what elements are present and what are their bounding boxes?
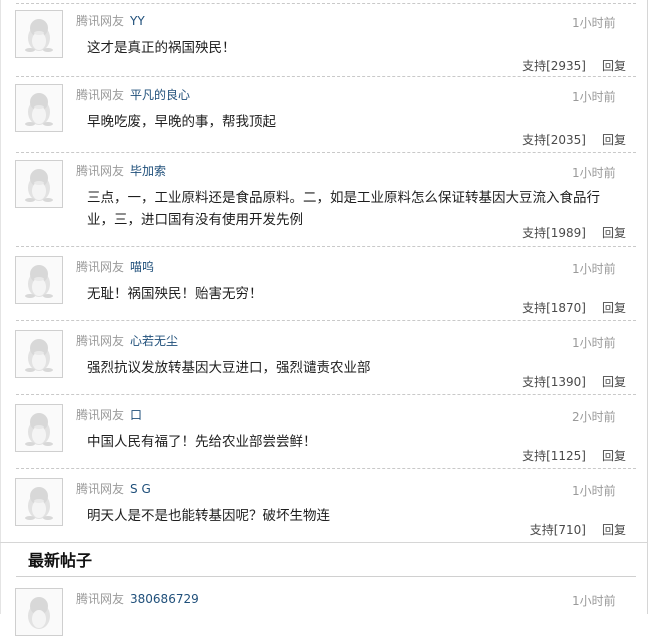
- comment-time: 1小时前: [572, 262, 616, 276]
- comment-source: 腾讯网友: [76, 260, 125, 274]
- reply-button[interactable]: 回复: [602, 301, 626, 315]
- comment-username[interactable]: S G: [130, 482, 151, 496]
- comment-username[interactable]: 平凡的良心: [130, 88, 190, 102]
- comment-source: 腾讯网友: [76, 408, 125, 422]
- comment-username[interactable]: 心若无尘: [130, 334, 178, 348]
- support-button[interactable]: 支持[710]: [530, 523, 586, 537]
- user-avatar[interactable]: [15, 84, 63, 132]
- comment-item: 腾讯网友 S G 1小时前 明天人是不是也能转基因呢？破坏生物连 支持[710] 回…: [0, 468, 650, 542]
- support-button[interactable]: 支持[1989]: [522, 226, 586, 240]
- latest-posts-title: 最新帖子: [28, 551, 93, 570]
- support-button[interactable]: 支持[1125]: [522, 449, 586, 463]
- reply-button[interactable]: 回复: [602, 59, 626, 73]
- section-divider: [0, 542, 648, 543]
- reply-button[interactable]: 回复: [602, 449, 626, 463]
- comment-time: 1小时前: [572, 16, 616, 30]
- qq-penguin-avatar-icon: [25, 413, 53, 446]
- comment-time: 1小时前: [572, 336, 616, 350]
- reply-button[interactable]: 回复: [602, 226, 626, 240]
- comment-username[interactable]: YY: [130, 14, 145, 28]
- comment-time: 1小时前: [572, 90, 616, 104]
- comment-actions: 支持[710] 回复: [530, 521, 626, 538]
- comment-item: 腾讯网友 平凡的良心 1小时前 早晚吃废，早晚的事，帮我顶起 支持[2035] 回复: [0, 74, 650, 148]
- comment-item: 腾讯网友 喵呜 1小时前 无耻！祸国殃民！贻害无穷！ 支持[1870] 回复: [0, 246, 650, 320]
- support-button[interactable]: 支持[2035]: [522, 133, 586, 147]
- qq-penguin-avatar-icon: [25, 93, 53, 126]
- reply-button[interactable]: 回复: [602, 523, 626, 537]
- user-avatar[interactable]: [15, 330, 63, 378]
- comment-actions: 支持[2935] 回复: [522, 57, 626, 74]
- post-time: 1小时前: [572, 594, 616, 608]
- user-avatar[interactable]: [15, 404, 63, 452]
- comment-item: 腾讯网友口 2小时前 中国人民有福了！先给农业部尝尝鲜！ 支持[1125] 回复: [0, 394, 650, 468]
- comment-item: 腾讯网友 心若无尘 1小时前 强烈抗议发放转基因大豆进口，强烈谴责农业部 支持[1…: [0, 320, 650, 394]
- qq-penguin-avatar-icon: [25, 265, 53, 298]
- qq-penguin-avatar-icon: [25, 487, 53, 520]
- comment-source: 腾讯网友: [76, 482, 125, 496]
- comment-item: 腾讯网友 毕加索 1小时前 三点，一，工业原料还是食品原料。二，如是工业原料怎么保…: [0, 150, 650, 246]
- reply-button[interactable]: 回复: [602, 375, 626, 389]
- comment-text: 早晚吃废，早晚的事，帮我顶起: [87, 114, 276, 130]
- comment-actions: 支持[2035] 回复: [522, 131, 626, 148]
- comment-meta: 腾讯网友 毕加索: [76, 164, 166, 178]
- qq-penguin-avatar-icon: [28, 597, 50, 629]
- comment-source: 腾讯网友: [76, 88, 125, 102]
- support-button[interactable]: 支持[1390]: [522, 375, 586, 389]
- user-avatar[interactable]: [15, 160, 63, 208]
- reply-button[interactable]: 回复: [602, 133, 626, 147]
- comment-meta: 腾讯网友 S G: [76, 482, 151, 496]
- post-meta: 腾讯网友 380686729: [76, 592, 199, 606]
- support-button[interactable]: 支持[2935]: [522, 59, 586, 73]
- comment-username[interactable]: 毕加索: [130, 164, 166, 178]
- comment-time: 1小时前: [572, 484, 616, 498]
- user-avatar[interactable]: [15, 478, 63, 526]
- user-avatar[interactable]: [15, 10, 63, 58]
- post-source: 腾讯网友: [76, 592, 125, 606]
- comment-meta: 腾讯网友 心若无尘: [76, 334, 178, 348]
- latest-post-item: 腾讯网友 380686729 1小时前: [0, 578, 650, 636]
- comment-time: 1小时前: [572, 166, 616, 180]
- comment-list-panel: 腾讯网友 YY 1小时前 这才是真正的祸国殃民！ 支持[2935] 回复 腾讯网友平…: [0, 0, 650, 636]
- comment-text: 这才是真正的祸国殃民！: [87, 40, 236, 56]
- comment-time: 2小时前: [572, 410, 616, 424]
- comment-actions: 支持[1989] 回复: [522, 224, 626, 241]
- comment-item: 腾讯网友 YY 1小时前 这才是真正的祸国殃民！ 支持[2935] 回复: [0, 0, 650, 74]
- comment-source: 腾讯网友: [76, 164, 125, 178]
- comment-meta: 腾讯网友 YY: [76, 14, 145, 28]
- user-avatar[interactable]: [15, 256, 63, 304]
- comment-username[interactable]: 口: [130, 408, 142, 422]
- latest-posts-divider: [16, 576, 636, 577]
- post-username[interactable]: 380686729: [130, 592, 199, 606]
- qq-penguin-avatar-icon: [25, 169, 53, 202]
- comment-actions: 支持[1390] 回复: [522, 373, 626, 390]
- user-avatar[interactable]: [15, 588, 63, 636]
- qq-penguin-avatar-icon: [25, 339, 53, 372]
- qq-penguin-avatar-icon: [25, 19, 53, 52]
- comment-username[interactable]: 喵呜: [130, 260, 154, 274]
- comment-source: 腾讯网友: [76, 334, 125, 348]
- comment-actions: 支持[1125] 回复: [522, 447, 626, 464]
- comment-meta: 腾讯网友口: [76, 408, 142, 422]
- comment-meta: 腾讯网友 喵呜: [76, 260, 154, 274]
- comment-source: 腾讯网友: [76, 14, 125, 28]
- comment-meta: 腾讯网友 平凡的良心: [76, 88, 190, 102]
- comment-actions: 支持[1870] 回复: [522, 299, 626, 316]
- support-button[interactable]: 支持[1870]: [522, 301, 586, 315]
